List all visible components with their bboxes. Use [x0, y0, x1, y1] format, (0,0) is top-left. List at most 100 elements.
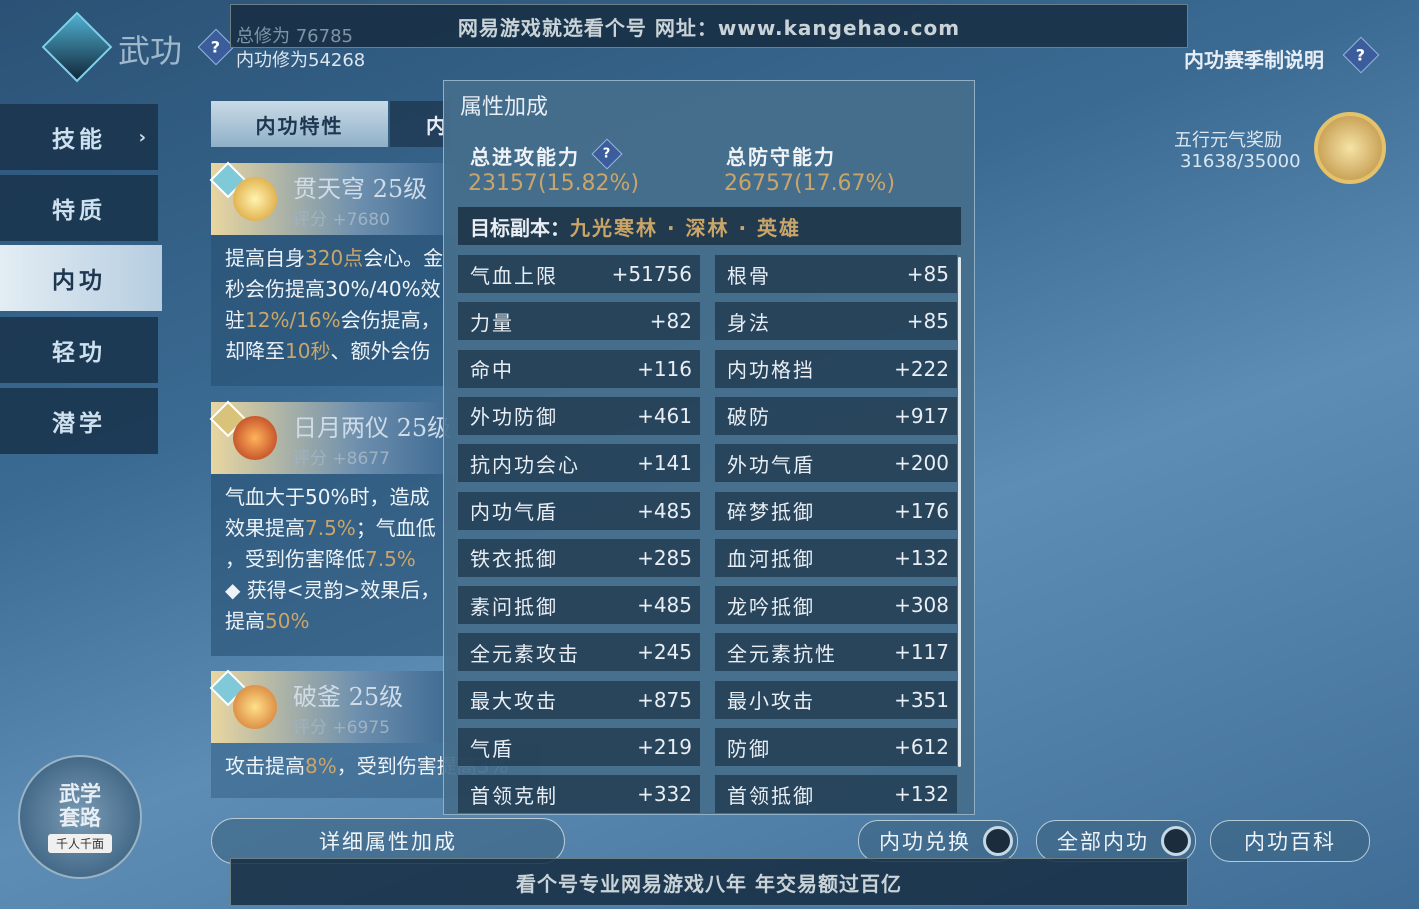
exchange-button[interactable]: 内功兑换	[858, 820, 1018, 862]
stat-cell: 龙吟抵御 +308	[715, 586, 957, 625]
stat-label: 防御	[727, 736, 771, 761]
stat-label: 最大攻击	[470, 689, 558, 714]
all-neigong-button[interactable]: 全部内功	[1036, 820, 1196, 862]
exchange-icon	[983, 826, 1013, 856]
all-label: 全部内功	[1057, 830, 1149, 854]
stat-label: 首领抵御	[727, 783, 815, 808]
stat-label: 抗内功会心	[470, 452, 580, 477]
stat-cell: 内功格挡 +222	[715, 349, 957, 388]
martial-path-sub: 千人千面	[47, 833, 112, 853]
stat-value: +132	[894, 782, 949, 807]
sidebar-item-qianxue[interactable]: 潜学	[0, 388, 158, 454]
guantianqiong-icon	[233, 177, 277, 221]
attack-value: 23157(15.82%)	[468, 171, 640, 196]
neigong-wiki-button[interactable]: 内功百科	[1210, 820, 1370, 862]
stat-cell: 外功气盾 +200	[715, 444, 957, 483]
stat-cell: 防御 +612	[715, 728, 957, 766]
martial-path-button[interactable]: 武学套路 千人千面	[18, 755, 142, 879]
stat-label: 气血上限	[470, 263, 558, 288]
stat-label: 龙吟抵御	[727, 594, 815, 619]
target-dungeon[interactable]: 目标副本： 九光寒林 · 深林 · 英雄	[458, 207, 961, 245]
sidebar-item-trait[interactable]: 特质	[0, 175, 158, 241]
stat-value: +485	[637, 593, 692, 618]
season-help-icon[interactable]: ?	[1342, 36, 1380, 74]
stat-value: +117	[894, 640, 949, 665]
stat-label: 最小攻击	[727, 689, 815, 714]
stat-cell: 全元素攻击 +245	[458, 633, 700, 672]
exchange-label: 内功兑换	[879, 830, 971, 854]
five-elements-reward-icon[interactable]	[1314, 112, 1386, 184]
sidebar-item-neigong[interactable]: 内功	[0, 245, 162, 311]
stat-value: +141	[637, 451, 692, 476]
help-icon[interactable]: ?	[197, 28, 235, 66]
stats-scrollbar[interactable]	[958, 257, 961, 767]
stat-cell: 命中 +116	[458, 349, 700, 388]
stat-value: +51756	[611, 262, 692, 286]
tab-second[interactable]: 内	[390, 101, 450, 147]
stat-value: +285	[637, 545, 692, 570]
stat-cell: 内功气盾 +485	[458, 491, 700, 530]
stat-value: +200	[894, 451, 949, 476]
sidebar-item-qinggong[interactable]: 轻功	[0, 317, 158, 383]
stat-label: 根骨	[727, 263, 771, 288]
stat-label: 首领克制	[470, 783, 558, 808]
popup-title: 属性加成	[460, 95, 549, 120]
inner-cultivation: 内功修为54268	[236, 50, 366, 71]
stat-value: +176	[894, 498, 949, 523]
tab-neigong-traits[interactable]: 内功特性	[211, 101, 388, 147]
card-name: 贯天穹 25级	[293, 175, 428, 203]
stat-value: +82	[649, 309, 692, 334]
stat-cell: 破防 +917	[715, 396, 957, 435]
stat-cell: 力量 +82	[458, 302, 700, 341]
card-desc: 气血大于50%时，造成 效果提高7.5%；气血低 ，受到伤害降低7.5% ◆ 获…	[211, 474, 456, 656]
stat-label: 素问抵御	[470, 594, 558, 619]
stat-value: +461	[637, 403, 692, 428]
season-info-link[interactable]: 内功赛季制说明	[1184, 44, 1324, 73]
stat-value: +485	[637, 498, 692, 523]
card-header[interactable]: 贯天穹 25级 评分 +7680	[209, 161, 456, 235]
sidebar-label: 技能	[52, 127, 106, 153]
stat-value: +332	[637, 782, 692, 807]
stat-label: 全元素抗性	[727, 641, 837, 666]
card-header[interactable]: 日月两仪 25级 评分 +8677	[209, 400, 456, 474]
stat-cell: 最小攻击 +351	[715, 680, 957, 719]
defense-label: 总防守能力	[726, 145, 836, 169]
stat-label: 铁衣抵御	[470, 547, 558, 572]
card-desc: 提高自身320点会心。金 秒会伤提高30%/40%效 驻12%/16%会伤提高，…	[211, 235, 456, 386]
stat-label: 内功气盾	[470, 500, 558, 524]
stat-value: +351	[894, 687, 949, 712]
stat-value: +85	[906, 262, 949, 286]
sidebar-item-skill[interactable]: 技能 ›	[0, 104, 158, 170]
stat-cell: 气血上限 +51756	[458, 255, 700, 293]
stat-value: +85	[906, 309, 949, 334]
riyueliangyi-icon	[233, 416, 277, 460]
stat-cell: 全元素抗性 +117	[715, 633, 957, 672]
chevron-right-icon: ›	[138, 126, 150, 148]
wugong-logo-icon	[41, 11, 113, 83]
card-name: 日月两仪 25级	[293, 414, 452, 442]
stat-cell: 最大攻击 +875	[458, 680, 700, 719]
stat-cell: 铁衣抵御 +285	[458, 538, 700, 577]
card-header[interactable]: 破釜 25级 评分 +6975	[209, 669, 456, 743]
stat-label: 命中	[470, 358, 514, 383]
stat-value: +219	[637, 735, 692, 759]
bottom-watermark-banner: 看个号专业网易游戏八年 年交易额过百亿	[230, 858, 1188, 906]
attack-help-icon[interactable]: ?	[591, 138, 623, 170]
stat-cell: 身法 +85	[715, 302, 957, 341]
pofu-icon	[233, 685, 277, 729]
stat-label: 碎梦抵御	[727, 500, 815, 524]
stat-label: 力量	[470, 310, 514, 335]
stat-label: 气盾	[470, 736, 514, 761]
stat-cell: 抗内功会心 +141	[458, 444, 700, 483]
stat-value: +222	[894, 356, 949, 381]
stat-label: 血河抵御	[727, 547, 815, 572]
martial-path-label: 武学套路	[59, 781, 101, 830]
target-value: 九光寒林 · 深林 · 英雄	[570, 215, 802, 240]
total-cultivation: 总修为 76785	[236, 26, 353, 47]
defense-value: 26757(17.67%)	[724, 171, 896, 196]
five-elements-value: 31638/35000	[1180, 151, 1301, 172]
stat-label: 破防	[727, 405, 771, 430]
page-title: 武功	[118, 32, 183, 70]
stat-label: 身法	[727, 310, 771, 335]
stat-cell: 首领克制 +332	[458, 775, 700, 814]
